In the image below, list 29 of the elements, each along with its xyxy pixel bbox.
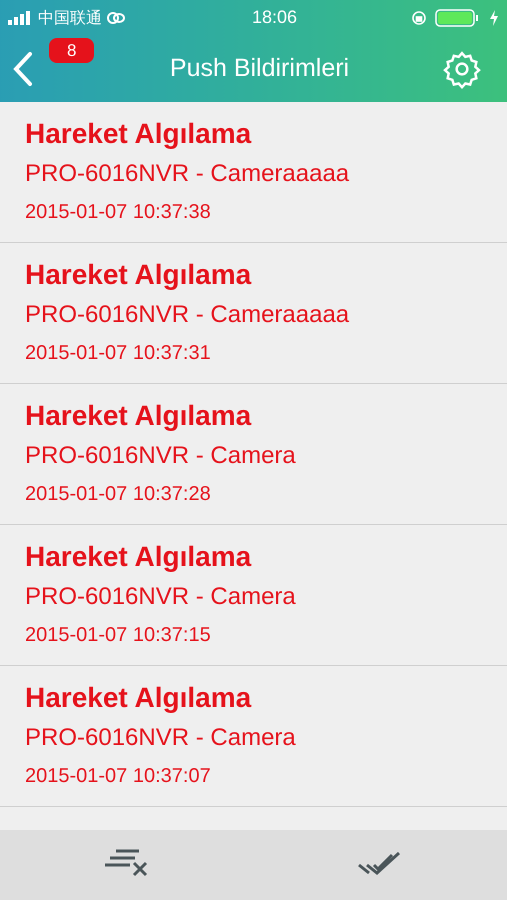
battery-icon — [435, 8, 481, 26]
notification-item[interactable]: Hareket Algılama PRO-6016NVR - Camera 2015-01-07 10:37:07 — [0, 666, 507, 807]
notification-time: 2015-01-07 10:37:31 — [25, 341, 212, 366]
page-title: Push Bildirimleri — [170, 52, 350, 84]
notification-source: PRO-6016NVR - Camera — [25, 723, 297, 753]
notification-time: 2015-01-07 10:37:28 — [25, 482, 212, 507]
notification-source: PRO-6016NVR - Camera — [25, 582, 297, 612]
settings-icon — [442, 48, 482, 88]
notification-item[interactable]: Hareket Algılama PRO-6016NVR - Camera 2015-01-07 10:37:15 — [0, 525, 507, 666]
notification-item[interactable]: Hareket Algılama PRO-6016NVR - Cameraaaaa 2015-01-07 10:37:38 — [0, 102, 507, 243]
unread-badge: 8 — [49, 38, 94, 63]
notification-title: Hareket Algılama — [25, 540, 252, 574]
charging-icon — [489, 10, 499, 26]
carrier-name: 中国联通 — [38, 6, 102, 28]
link-icon — [106, 10, 126, 24]
notification-title: Hareket Algılama — [25, 117, 252, 151]
notification-title: Hareket Algılama — [25, 681, 252, 715]
notification-time: 2015-01-07 10:37:15 — [25, 623, 212, 648]
notification-item[interactable]: Hareket Algılama PRO-6016NVR - Cameraaaaa 2015-01-07 10:37:31 — [0, 243, 507, 384]
notification-item[interactable]: Hareket Algılama PRO-6016NVR - Camera 2015-01-07 10:37:28 — [0, 384, 507, 525]
rotation-lock-icon — [411, 10, 427, 26]
notification-source: PRO-6016NVR - Camera — [25, 441, 297, 471]
status-time: 18:06 — [250, 6, 298, 29]
notification-title: Hareket Algılama — [25, 399, 252, 433]
notification-time: 2015-01-07 10:37:07 — [25, 764, 212, 789]
notification-time: 2015-01-07 10:37:38 — [25, 200, 212, 225]
notification-source: PRO-6016NVR - Cameraaaaa — [25, 300, 350, 330]
notification-title: Hareket Algılama — [25, 258, 252, 292]
notification-source: PRO-6016NVR - Cameraaaaa — [25, 159, 350, 189]
